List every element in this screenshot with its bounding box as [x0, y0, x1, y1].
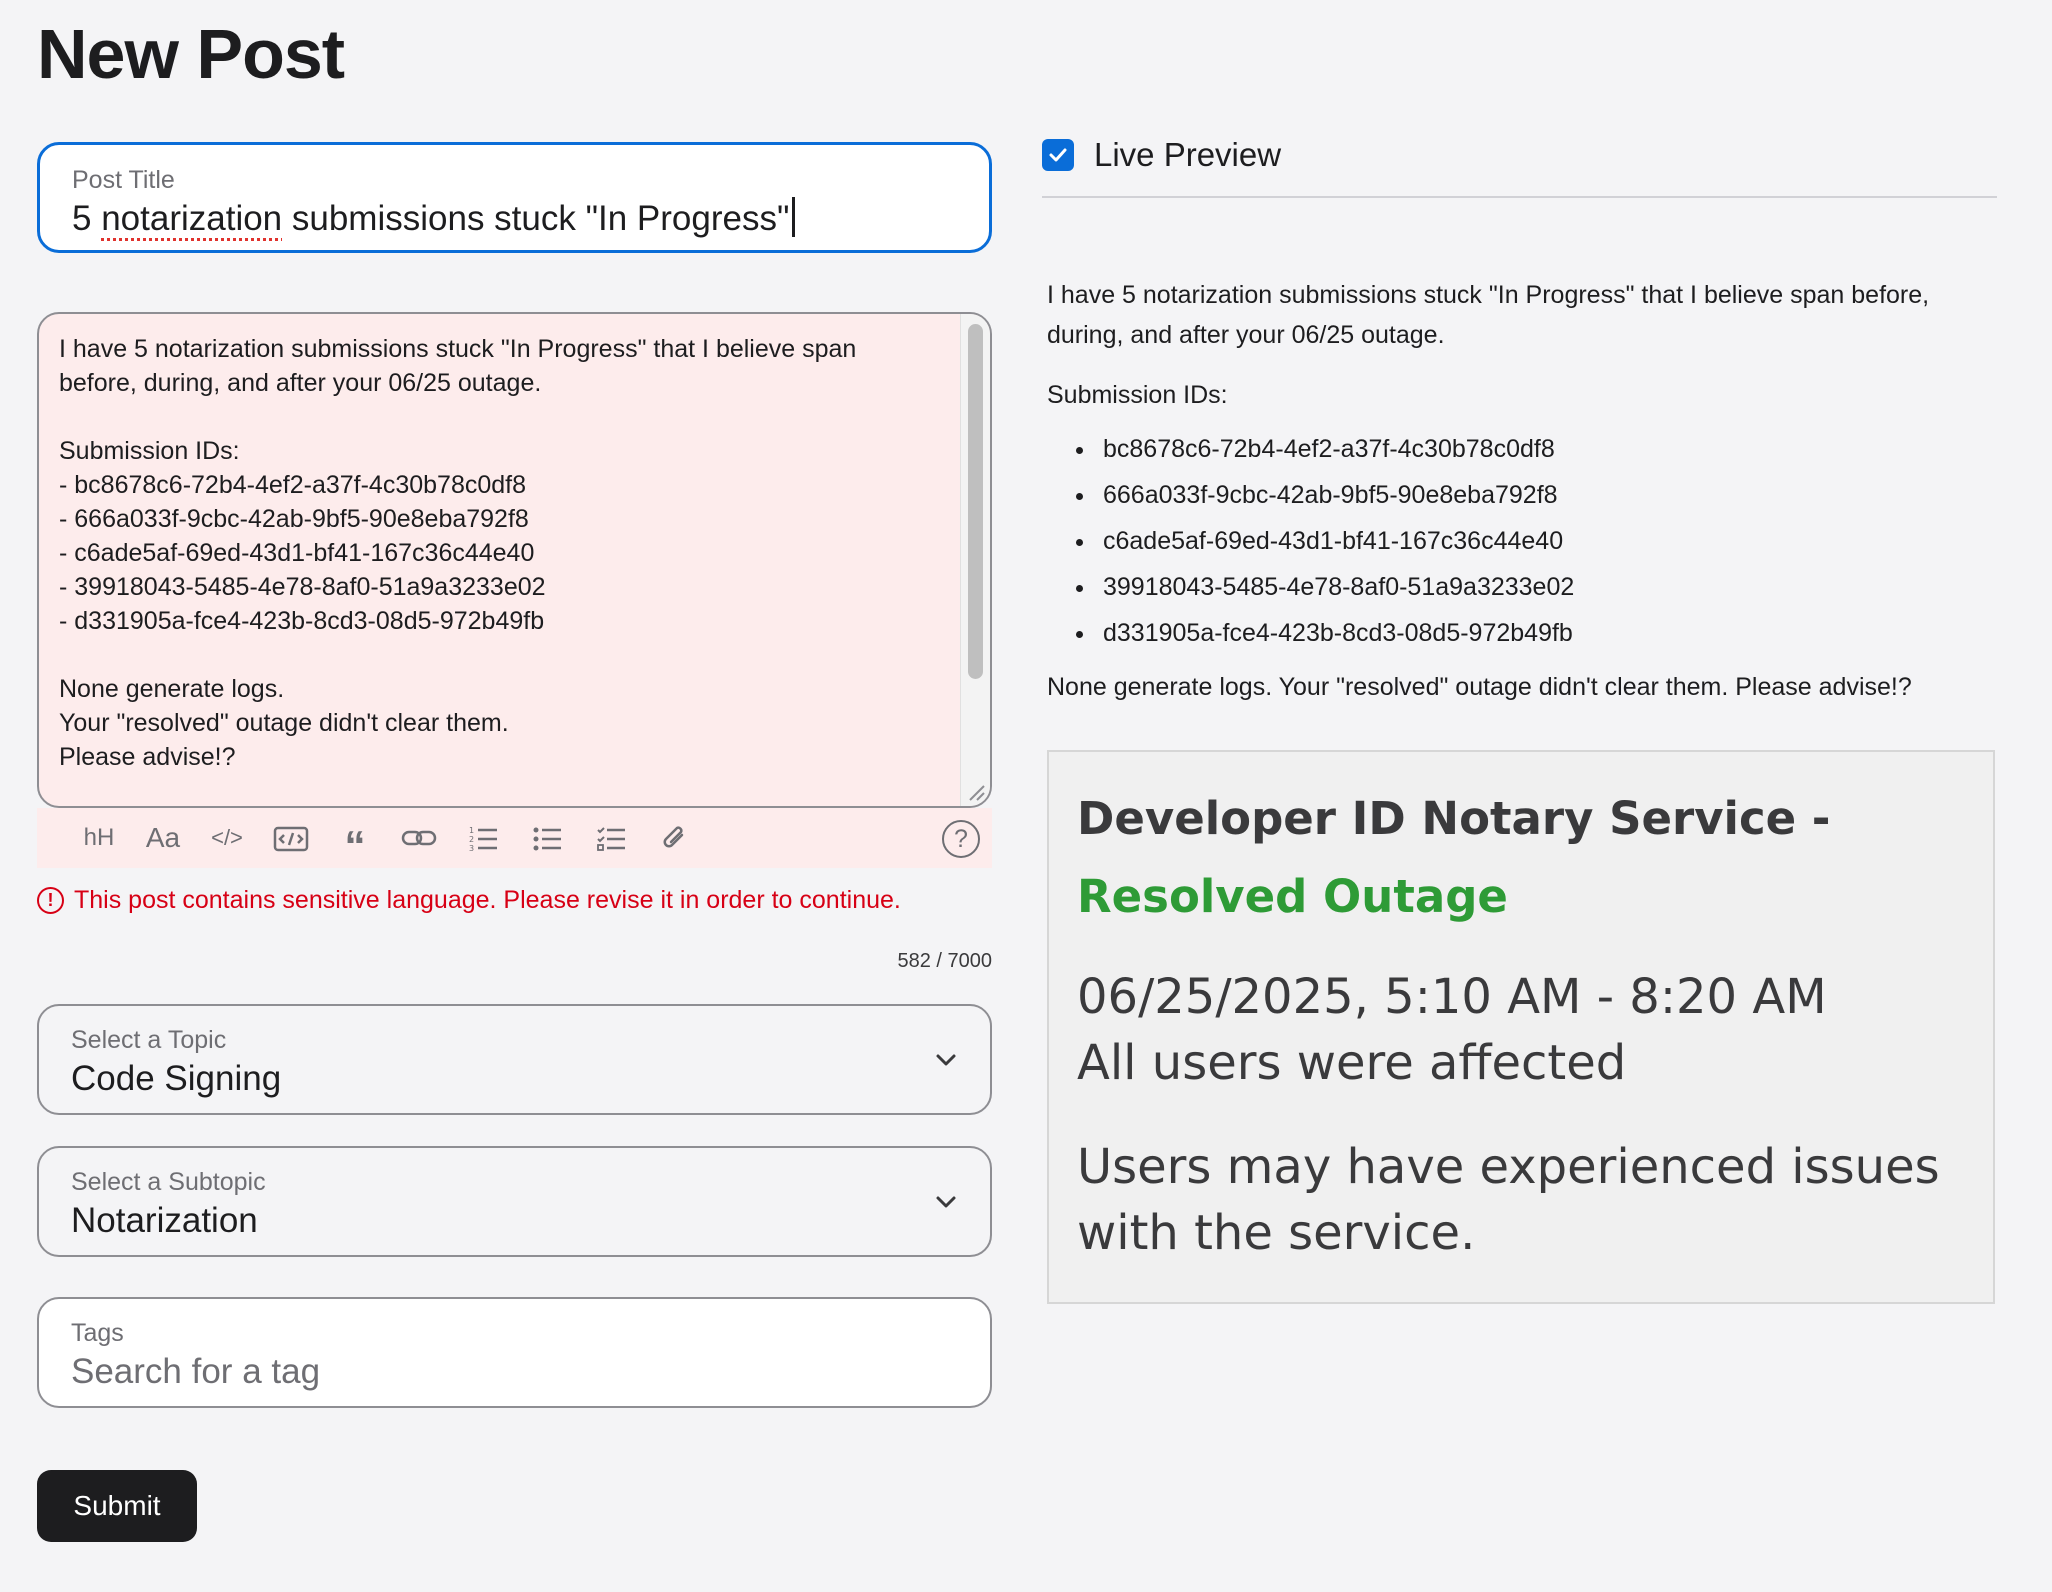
help-button[interactable]: ? [942, 820, 980, 858]
post-title-input[interactable]: 5 notarization submissions stuck "In Pro… [72, 197, 957, 239]
font-icon: Aa [145, 822, 181, 853]
embed-time: 06/25/2025, 5:10 AM - 8:20 AM [1077, 969, 1827, 1025]
scrollbar-track[interactable] [960, 314, 990, 806]
live-preview-checkbox[interactable] [1042, 139, 1074, 171]
live-preview-toggle[interactable]: Live Preview [1042, 136, 1281, 174]
editor-line: - bc8678c6-72b4-4ef2-a37f-4c30b78c0df8 [59, 471, 527, 499]
code-icon: </> [211, 825, 243, 850]
tags-search-input[interactable]: Search for a tag [71, 1352, 958, 1392]
numbered-list-button[interactable]: 123 [451, 808, 515, 868]
topic-label: Select a Topic [71, 1026, 227, 1054]
attachment-button[interactable] [643, 808, 707, 868]
editor-line: None generate logs. [59, 675, 285, 703]
link-button[interactable] [387, 808, 451, 868]
text-caret [792, 197, 796, 237]
misspelled-word: notarization [101, 199, 283, 238]
bullet-list-button[interactable] [515, 808, 579, 868]
bullet-list-icon [533, 827, 561, 851]
editor-line: - c6ade5af-69ed-43d1-bf41-167c36c44e40 [59, 539, 535, 567]
editor-line: - d331905a-fce4-423b-8cd3-08d5-972b49fb [59, 607, 545, 635]
post-body-text: I have 5 notarization submissions stuck … [59, 332, 959, 774]
preview-intro: I have 5 notarization submissions stuck … [1047, 281, 1930, 349]
list-item: d331905a-fce4-423b-8cd3-08d5-972b49fb [1097, 613, 2007, 653]
help-icon: ? [954, 824, 968, 853]
svg-text:1: 1 [469, 826, 474, 835]
heading-button[interactable]: hH [67, 808, 131, 868]
editor-line: - 39918043-5485-4e78-8af0-51a9a3233e02 [59, 573, 546, 601]
code-block-icon [273, 826, 309, 852]
chevron-down-icon [936, 1054, 956, 1066]
numbered-list-icon: 123 [469, 826, 497, 851]
checklist-button[interactable] [579, 808, 643, 868]
tags-label: Tags [71, 1319, 124, 1347]
editor-line: - 666a033f-9cbc-42ab-9bf5-90e8eba792f8 [59, 505, 529, 533]
subtopic-value: Notarization [71, 1201, 258, 1240]
character-count: 582 / 7000 [897, 950, 992, 972]
list-item: c6ade5af-69ed-43d1-bf41-167c36c44e40 [1097, 521, 2007, 561]
font-size-button[interactable]: Aa [131, 808, 195, 868]
embed-affected: All users were affected [1077, 1035, 1627, 1091]
submit-button[interactable]: Submit [37, 1470, 197, 1542]
subtopic-label: Select a Subtopic [71, 1168, 266, 1196]
embed-status: Resolved Outage [1077, 870, 1508, 923]
svg-text:2: 2 [469, 835, 474, 844]
post-title-field[interactable]: Post Title 5 notarization submissions st… [37, 142, 992, 253]
topic-select[interactable]: Select a Topic Code Signing [37, 1004, 992, 1115]
editor-line: I have 5 notarization submissions stuck … [59, 335, 857, 363]
outage-status-image: Developer ID Notary Service - Resolved O… [1047, 750, 1995, 1304]
post-body-textarea[interactable]: I have 5 notarization submissions stuck … [37, 312, 992, 808]
scrollbar-thumb[interactable] [968, 324, 983, 679]
error-icon: ! [37, 887, 64, 914]
chevron-down-icon [936, 1196, 956, 1208]
tags-field[interactable]: Tags Search for a tag [37, 1297, 992, 1408]
preview-ids-heading: Submission IDs: [1047, 381, 1228, 409]
heading-icon: hH [83, 824, 115, 851]
checklist-icon [597, 827, 625, 851]
code-block-button[interactable] [259, 808, 323, 868]
live-preview-content: I have 5 notarization submissions stuck … [1047, 275, 2007, 727]
error-message: This post contains sensitive language. P… [74, 886, 901, 914]
topic-value: Code Signing [71, 1059, 282, 1098]
editor-line: Submission IDs: [59, 437, 240, 465]
preview-ids-list: bc8678c6-72b4-4ef2-a37f-4c30b78c0df8 666… [1097, 429, 2007, 653]
divider [1042, 196, 1997, 198]
quote-button[interactable]: “ [323, 808, 387, 868]
editor-line: before, during, and after your 06/25 out… [59, 369, 542, 397]
checkmark-icon [1049, 148, 1067, 162]
live-preview-label: Live Preview [1094, 136, 1282, 173]
resize-handle-icon[interactable] [966, 782, 986, 802]
list-item: 666a033f-9cbc-42ab-9bf5-90e8eba792f8 [1097, 475, 2007, 515]
list-item: bc8678c6-72b4-4ef2-a37f-4c30b78c0df8 [1097, 429, 2007, 469]
editor-line: Your "resolved" outage didn't clear them… [59, 709, 509, 737]
subtopic-select[interactable]: Select a Subtopic Notarization [37, 1146, 992, 1257]
editor-line: Please advise!? [59, 743, 236, 771]
preview-outro: None generate logs. Your "resolved" outa… [1047, 673, 1912, 701]
quote-icon: “ [344, 822, 366, 869]
paperclip-icon [663, 826, 684, 848]
embed-description: Users may have experienced issues with t… [1077, 1139, 1940, 1261]
post-title-label: Post Title [72, 166, 175, 194]
svg-text:3: 3 [469, 844, 474, 851]
inline-code-button[interactable]: </> [195, 808, 259, 868]
sensitive-language-error: ! This post contains sensitive language.… [37, 886, 901, 915]
embed-title: Developer ID Notary Service - [1077, 792, 1831, 845]
page-title: New Post [37, 15, 345, 93]
formatting-toolbar: hH Aa </> “ 123 ? [37, 808, 992, 868]
list-item: 39918043-5485-4e78-8af0-51a9a3233e02 [1097, 567, 2007, 607]
link-icon [401, 830, 437, 846]
